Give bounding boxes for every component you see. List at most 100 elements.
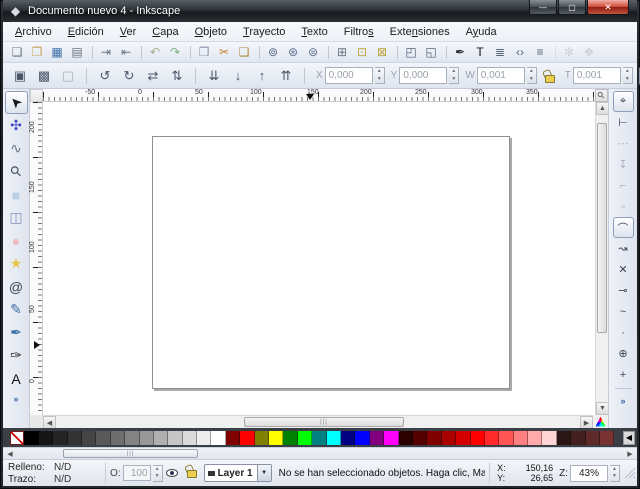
menu-texto[interactable]: Texto — [293, 24, 335, 40]
calligraphy-tool[interactable]: ✑ — [5, 344, 28, 367]
text-tool[interactable]: A — [5, 367, 28, 390]
deselect-button[interactable]: ▢ — [57, 65, 79, 86]
palette-swatch[interactable] — [327, 431, 341, 445]
palette-swatch[interactable] — [283, 431, 297, 445]
star-tool[interactable]: ★ — [5, 252, 28, 275]
palette-swatch[interactable] — [355, 431, 369, 445]
import-button[interactable]: ⇥ — [96, 43, 116, 62]
copy-button[interactable]: ❐ — [194, 43, 214, 62]
x-input[interactable]: 0,000 — [325, 67, 373, 84]
palette-scroll-arrow-left-icon[interactable]: ◀ — [3, 448, 17, 459]
menu-capa[interactable]: Capa — [144, 24, 186, 40]
opacity-spinner[interactable]: ▲▼ — [153, 465, 163, 482]
palette-swatch[interactable] — [514, 431, 528, 445]
menu-archivo[interactable]: Archivo — [7, 24, 60, 40]
flip-horizontal-button[interactable]: ⇄ — [142, 65, 164, 86]
fill-stroke-dialog-button[interactable]: ✒ — [450, 43, 470, 62]
palette-swatch[interactable] — [341, 431, 355, 445]
zoom-selection-button[interactable]: ⊚ — [263, 43, 283, 62]
undo-button[interactable]: ↶ — [145, 43, 165, 62]
create-clone-button[interactable]: ⊡ — [352, 43, 372, 62]
rotate-cw-button[interactable]: ↻ — [118, 65, 140, 86]
palette-scroll-track[interactable]: ||| — [17, 448, 623, 459]
layer-selector[interactable]: Layer 1 ▼ — [204, 464, 272, 482]
palette-swatch[interactable] — [571, 431, 585, 445]
lower-button[interactable]: ↓ — [227, 65, 249, 86]
snap-smooth-nodes-button[interactable]: ~ — [613, 301, 634, 322]
height-spinner[interactable]: ▲▼ — [623, 67, 633, 84]
palette-swatch[interactable] — [499, 431, 513, 445]
palette-swatch[interactable] — [427, 431, 441, 445]
palette-swatch[interactable] — [140, 431, 154, 445]
layer-visibility-eye-icon[interactable] — [166, 469, 178, 477]
snap-bbox-button[interactable]: ⊢ — [613, 112, 634, 133]
width-spinner[interactable]: ▲▼ — [527, 67, 537, 84]
flip-vertical-button[interactable]: ⇅ — [166, 65, 188, 86]
zoom-input[interactable]: 43% — [570, 465, 608, 482]
palette-scroll-arrow-right-icon[interactable]: ▶ — [623, 448, 637, 459]
palette-swatch[interactable] — [24, 431, 38, 445]
node-tool[interactable]: ✣ — [5, 114, 28, 137]
document-page[interactable] — [152, 136, 510, 389]
horizontal-scroll-thumb[interactable]: ||| — [244, 417, 404, 427]
palette-swatch[interactable] — [125, 431, 139, 445]
palette-scrollbar[interactable]: ◀ ||| ▶ — [3, 447, 637, 459]
vertical-scrollbar[interactable]: ▲ ▼ — [595, 102, 608, 415]
resize-grip[interactable] — [625, 468, 635, 478]
y-input[interactable]: 0,000 — [399, 67, 447, 84]
snap-rotation-center-button[interactable]: + — [613, 364, 634, 385]
box3d-tool[interactable]: ◫ — [5, 206, 28, 229]
pencil-tool[interactable]: ✎ — [5, 298, 28, 321]
color-managed-display-toggle[interactable] — [593, 415, 608, 428]
palette-swatch[interactable] — [413, 431, 427, 445]
palette-swatch[interactable] — [111, 431, 125, 445]
unlink-clone-button[interactable]: ⊠ — [372, 43, 392, 62]
menu-ver[interactable]: Ver — [112, 24, 145, 40]
palette-swatch[interactable] — [442, 431, 456, 445]
redo-button[interactable]: ↷ — [165, 43, 185, 62]
palette-swatch[interactable] — [542, 431, 556, 445]
palette-swatch[interactable] — [39, 431, 53, 445]
fill-stroke-indicator[interactable]: Relleno:N/D Trazo:N/D — [5, 462, 101, 485]
palette-swatch[interactable] — [255, 431, 269, 445]
zoom-page-button[interactable]: ⊜ — [303, 43, 323, 62]
layers-dialog-button[interactable]: ≣ — [490, 43, 510, 62]
snap-bbox-corners-button[interactable]: ↧ — [613, 154, 634, 175]
ellipse-tool[interactable]: ● — [5, 229, 28, 252]
palette-swatch[interactable] — [485, 431, 499, 445]
palette-scroll-left-icon[interactable]: ◀ — [623, 431, 635, 445]
snapbar-overflow-chevron[interactable]: » — [620, 396, 625, 406]
palette-swatch[interactable] — [240, 431, 254, 445]
group-button[interactable]: ◰ — [401, 43, 421, 62]
horizontal-scroll-track[interactable]: ||| — [56, 416, 580, 428]
preferences-button[interactable]: ✻ — [559, 43, 579, 62]
palette-swatch[interactable] — [197, 431, 211, 445]
opacity-input[interactable]: 100 — [123, 465, 151, 481]
spiral-tool[interactable]: @ — [5, 275, 28, 298]
menu-trayecto[interactable]: Trayecto — [235, 24, 293, 40]
palette-swatch[interactable] — [211, 431, 225, 445]
layer-lock-icon[interactable] — [187, 470, 197, 478]
palette-swatch[interactable] — [399, 431, 413, 445]
palette-swatch[interactable] — [183, 431, 197, 445]
open-button[interactable]: ❒ — [27, 43, 47, 62]
rotate-ccw-button[interactable]: ↺ — [94, 65, 116, 86]
canvas[interactable] — [43, 102, 595, 415]
palette-swatch[interactable] — [370, 431, 384, 445]
print-button[interactable]: ▤ — [67, 43, 87, 62]
palette-swatch[interactable] — [168, 431, 182, 445]
x-spinner[interactable]: ▲▼ — [375, 67, 385, 84]
vertical-ruler[interactable]: 200150100500 — [30, 102, 43, 415]
snap-cusp-nodes-button[interactable]: ⊸ — [613, 280, 634, 301]
palette-swatch[interactable] — [269, 431, 283, 445]
palette-swatch[interactable] — [53, 431, 67, 445]
minimize-button[interactable]: — — [529, 0, 557, 15]
sticky-zoom-button[interactable]: ⚲ — [595, 89, 608, 102]
text-dialog-button[interactable]: T — [470, 43, 490, 62]
select-all-button[interactable]: ▣ — [9, 65, 31, 86]
palette-swatch[interactable] — [312, 431, 326, 445]
palette-scroll-thumb[interactable]: ||| — [63, 449, 198, 458]
snap-object-centers-button[interactable]: ⊕ — [613, 343, 634, 364]
horizontal-scrollbar[interactable]: ◀ ||| ▶ — [43, 415, 593, 428]
vertical-scroll-track[interactable] — [596, 115, 608, 402]
